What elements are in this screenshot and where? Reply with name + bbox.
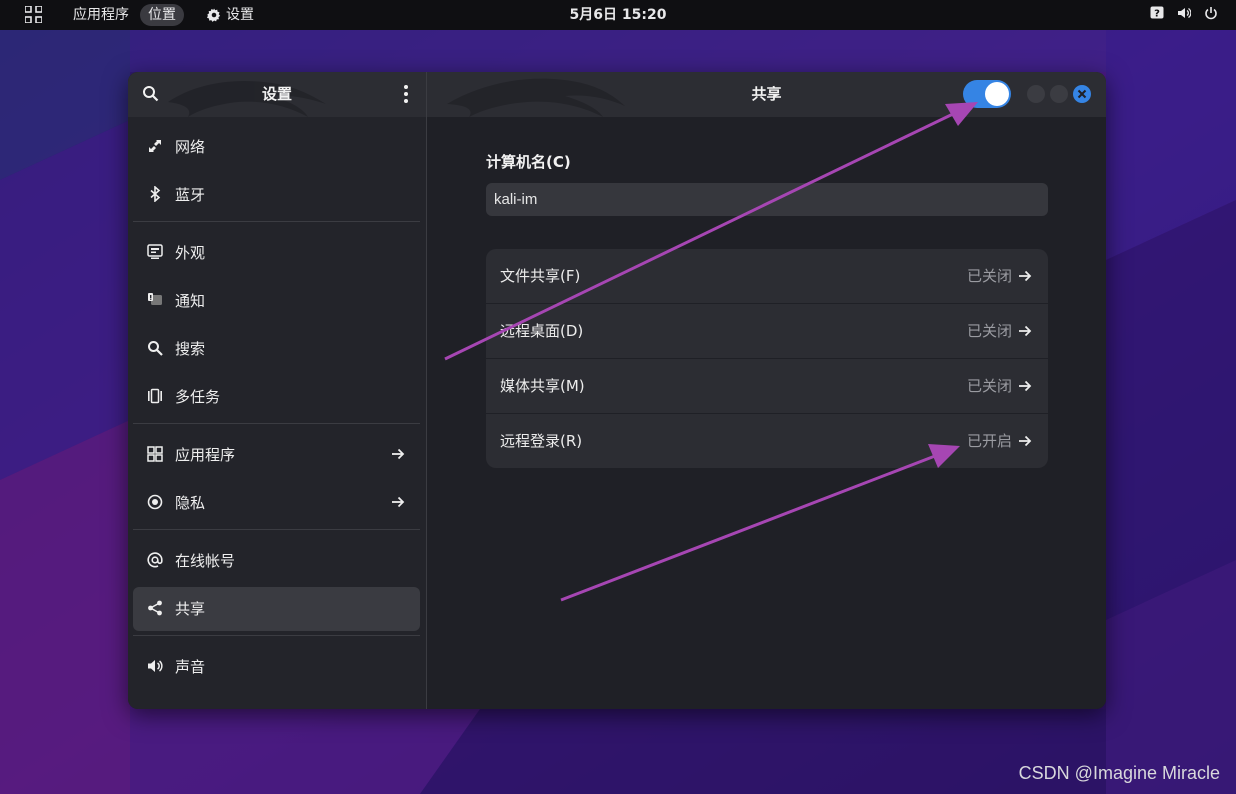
sidebar-item-bluetooth[interactable]: 蓝牙 bbox=[133, 173, 420, 217]
row-label: 文件共享(F) bbox=[500, 267, 581, 285]
sidebar-item-privacy[interactable]: 隐私 bbox=[133, 481, 420, 525]
at-icon bbox=[147, 552, 163, 568]
sidebar-separator bbox=[133, 423, 420, 424]
settings-app-label: 设置 bbox=[226, 7, 254, 23]
sidebar-item-label: 共享 bbox=[175, 600, 206, 618]
sidebar-item-applications[interactable]: 应用程序 bbox=[133, 433, 420, 477]
more-vertical-icon[interactable] bbox=[403, 84, 409, 104]
search-icon bbox=[148, 341, 163, 356]
applications-menu[interactable]: 应用程序 bbox=[67, 4, 135, 26]
settings-app-menu[interactable]: 设置 bbox=[201, 4, 260, 26]
close-button[interactable] bbox=[1073, 85, 1091, 103]
row-label: 远程桌面(D) bbox=[500, 322, 584, 340]
arrow-right-icon bbox=[1019, 325, 1032, 337]
share-icon bbox=[148, 600, 162, 616]
sidebar-separator bbox=[133, 529, 420, 530]
network-icon bbox=[149, 140, 161, 152]
sidebar-item-label: 在线帐号 bbox=[175, 552, 236, 570]
sidebar-item-appearance[interactable]: 外观 bbox=[133, 231, 420, 275]
sidebar-item-online-accounts[interactable]: 在线帐号 bbox=[133, 539, 420, 583]
row-status: 已关闭 bbox=[966, 322, 1012, 340]
row-label: 媒体共享(M) bbox=[500, 377, 585, 395]
clock[interactable]: 5月6日 15:20 bbox=[570, 7, 667, 23]
row-label: 远程登录(R) bbox=[500, 432, 583, 450]
privacy-icon bbox=[147, 494, 163, 510]
remote-desktop-row[interactable]: 远程桌面(D) 已关闭 bbox=[486, 303, 1048, 358]
volume-icon[interactable] bbox=[1177, 6, 1191, 20]
sidebar-header: 设置 bbox=[128, 72, 426, 117]
sidebar-item-label: 网络 bbox=[175, 138, 206, 156]
sidebar-item-label: 搜索 bbox=[175, 340, 206, 358]
sidebar-item-label: 应用程序 bbox=[175, 446, 236, 464]
sidebar-item-label: 外观 bbox=[175, 244, 206, 262]
sidebar-item-search[interactable]: 搜索 bbox=[133, 327, 420, 371]
media-sharing-row[interactable]: 媒体共享(M) 已关闭 bbox=[486, 358, 1048, 413]
minimize-button[interactable] bbox=[1027, 85, 1045, 103]
multitasking-icon bbox=[148, 388, 162, 404]
power-icon[interactable] bbox=[1204, 6, 1218, 20]
gear-icon bbox=[207, 8, 221, 22]
remote-login-row[interactable]: 远程登录(R) 已开启 bbox=[486, 413, 1048, 468]
sidebar-item-sharing[interactable]: 共享 bbox=[133, 587, 420, 631]
sidebar-separator bbox=[133, 635, 420, 636]
switch-knob bbox=[985, 82, 1009, 106]
main-header: 共享 bbox=[427, 72, 1106, 117]
arrow-right-icon bbox=[1019, 270, 1032, 282]
sidebar-item-notifications[interactable]: 通知 bbox=[133, 279, 420, 323]
speaker-icon bbox=[148, 660, 163, 672]
computer-name-label: 计算机名(C) bbox=[486, 153, 571, 171]
sidebar-item-multitasking[interactable]: 多任务 bbox=[133, 375, 420, 419]
sidebar-item-sound[interactable]: 声音 bbox=[133, 645, 420, 689]
maximize-button[interactable] bbox=[1050, 85, 1068, 103]
top-bar: 应用程序 位置 设置 5月6日 15:20 ? bbox=[0, 0, 1236, 30]
watermark-text: CSDN @Imagine Miracle bbox=[1018, 763, 1220, 783]
arrow-right-icon bbox=[1019, 435, 1032, 447]
places-menu[interactable]: 位置 bbox=[140, 4, 184, 26]
settings-window: 设置 网络 蓝牙 外观 通知 搜索 多任务 应用程序 隐私 在线帐号 共享 声音… bbox=[128, 72, 1106, 709]
file-sharing-row[interactable]: 文件共享(F) 已关闭 bbox=[486, 249, 1048, 303]
close-icon bbox=[1077, 89, 1087, 99]
sharing-master-switch[interactable] bbox=[963, 80, 1011, 108]
sidebar-item-label: 蓝牙 bbox=[175, 186, 206, 204]
sidebar-item-label: 声音 bbox=[175, 658, 206, 676]
row-status: 已关闭 bbox=[966, 377, 1012, 395]
sharing-panel: 计算机名(C) 文件共享(F) 已关闭 远程桌面(D) 已关闭 媒体共 bbox=[427, 117, 1106, 709]
arrow-right-icon bbox=[392, 448, 405, 460]
help-icon[interactable]: ? bbox=[1150, 6, 1164, 20]
row-status: 已关闭 bbox=[966, 267, 1012, 285]
bluetooth-icon bbox=[150, 186, 161, 202]
row-status: 已开启 bbox=[966, 432, 1012, 450]
apps-icon bbox=[147, 446, 163, 462]
sidebar-item-network[interactable]: 网络 bbox=[133, 125, 420, 169]
sidebar-separator bbox=[133, 221, 420, 222]
svg-text:?: ? bbox=[1154, 9, 1160, 20]
appearance-icon bbox=[147, 244, 163, 259]
apps-grid-icon[interactable] bbox=[25, 6, 42, 23]
sidebar-item-label: 隐私 bbox=[175, 494, 206, 512]
notifications-icon bbox=[148, 293, 162, 305]
arrow-right-icon bbox=[392, 496, 405, 508]
sidebar-item-label: 通知 bbox=[175, 292, 206, 310]
sidebar-item-label: 多任务 bbox=[175, 388, 221, 406]
sidebar-title: 设置 bbox=[261, 85, 292, 103]
arrow-right-icon bbox=[1019, 380, 1032, 392]
computer-name-field[interactable] bbox=[486, 183, 1048, 216]
sharing-services-list: 文件共享(F) 已关闭 远程桌面(D) 已关闭 媒体共享(M) 已关闭 远程登录… bbox=[486, 249, 1048, 468]
sidebar-list: 网络 蓝牙 外观 通知 搜索 多任务 应用程序 隐私 在线帐号 共享 声音 bbox=[133, 125, 420, 693]
